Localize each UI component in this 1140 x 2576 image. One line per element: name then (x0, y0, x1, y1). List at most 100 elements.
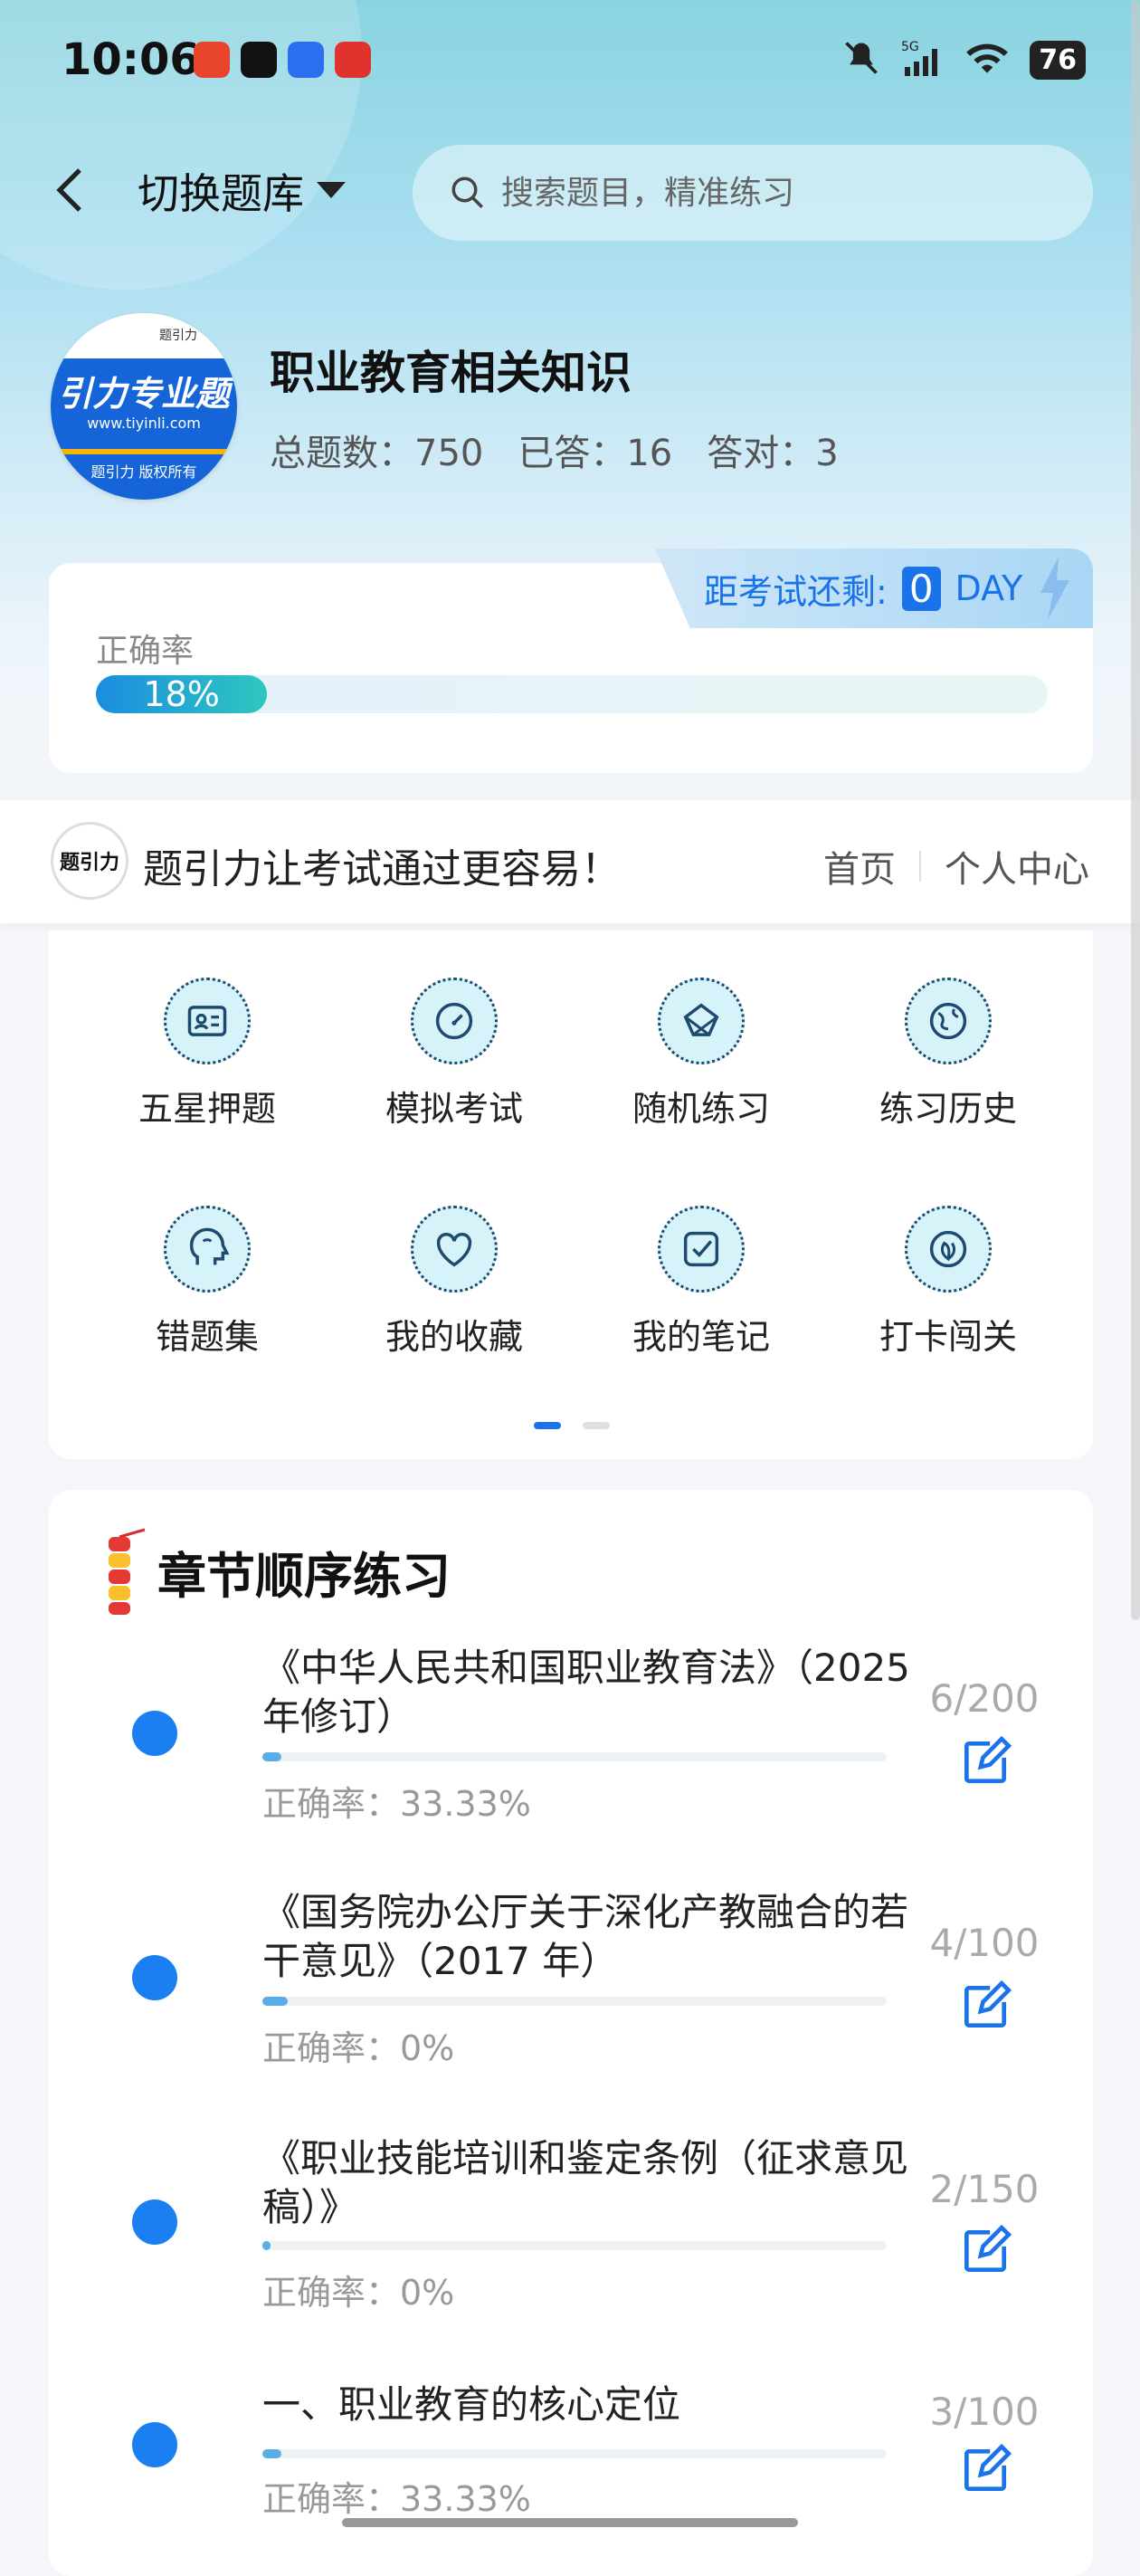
func-random-practice[interactable]: 随机练习 (602, 978, 801, 1131)
chapter-progress-bar (262, 2241, 887, 2250)
search-bar[interactable] (413, 145, 1093, 241)
chapter-progress-fill (262, 2241, 271, 2250)
switch-bank-button[interactable]: 切换题库 (138, 161, 346, 221)
edit-icon[interactable] (957, 2223, 1013, 2279)
chapter-accuracy: 正确率：0% (262, 2028, 455, 2068)
app-notification-icon (194, 42, 230, 78)
func-label: 错题集 (155, 1317, 259, 1357)
bank-stats: 总题数：750 已答：16 答对：3 (270, 424, 839, 476)
chapter-count: 4/100 (929, 1921, 1040, 1965)
search-input[interactable] (499, 173, 1046, 213)
func-label: 模拟考试 (385, 1089, 523, 1129)
chapter-progress-fill (262, 2449, 281, 2458)
chapter-progress-bar (262, 1997, 887, 2006)
countdown-label: 距考试还剩: (704, 571, 888, 612)
back-arrow-icon (56, 168, 81, 212)
app-shield-icon (288, 42, 324, 78)
func-label: 随机练习 (632, 1089, 770, 1129)
chapter-count: 3/100 (929, 2390, 1040, 2434)
head-icon (164, 1206, 251, 1293)
chapter-item-title: 《职业技能培训和鉴定条例（征求意见稿）》 (262, 2136, 909, 2229)
chapter-accuracy: 正确率：0% (262, 2273, 455, 2313)
func-label: 我的笔记 (632, 1317, 770, 1357)
network-icon (658, 978, 745, 1064)
caret-down-icon (317, 182, 346, 198)
chapter-count: 6/200 (929, 1676, 1040, 1721)
edit-icon[interactable] (957, 1734, 1013, 1790)
chapter-item-title: 一、职业教育的核心定位 (262, 2382, 681, 2427)
lightning-icon (1040, 557, 1070, 620)
chapter-item[interactable]: 《国务院办公厅关于深化产教融合的若干意见》（2017 年） 正确率：0% 4/1… (49, 1888, 1093, 2114)
chapter-item-title: 《国务院办公厅关于深化产教融合的若干意见》（2017 年） (262, 1890, 909, 1983)
edit-icon[interactable] (957, 2442, 1013, 2498)
chapter-dot (132, 2199, 177, 2245)
chapter-dot (132, 2422, 177, 2467)
battery-level: 76 (1030, 40, 1086, 80)
status-bar: 10:06 5G 76 (0, 0, 1140, 127)
question-bank-logo: 题引力 引力专业题 www.tiyinli.com 题引力 版权所有 (51, 313, 237, 500)
svg-text:5G: 5G (901, 40, 919, 54)
accuracy-card: 距考试还剩: 0 DAY 正确率 18% (49, 549, 1093, 773)
func-wrong-questions[interactable]: 错题集 (108, 1206, 307, 1359)
accuracy-percent: 18% (143, 674, 220, 714)
countdown-days: 0 (901, 566, 941, 611)
heart-icon (411, 1206, 498, 1293)
tiktok-icon (241, 42, 277, 78)
accuracy-progress-bar: 18% (96, 675, 1048, 713)
accuracy-label: 正确率 (96, 633, 195, 670)
chapter-practice-card: 章节顺序练习 《中华人民共和国职业教育法》（2025 年修订） 正确率：33.3… (49, 1490, 1093, 2576)
func-mock-exam[interactable]: 模拟考试 (355, 978, 554, 1131)
function-grid: 五星押题 模拟考试 随机练习 练习历史 错题集 我的收藏 我的笔记 打卡闯关 (49, 930, 1093, 1459)
firecracker-icon (109, 1528, 146, 1615)
func-practice-history[interactable]: 练习历史 (849, 978, 1048, 1131)
chapter-item[interactable]: 《职业技能培训和鉴定条例（征求意见稿）》 正确率：0% 2/150 (49, 2134, 1093, 2361)
chapter-progress-fill (262, 1752, 281, 1761)
chapter-title: 章节顺序练习 (157, 1547, 451, 1605)
chapter-progress-bar (262, 1752, 887, 1761)
brand-nav: 首页 个人中心 (823, 840, 1089, 892)
stat-total: 总题数：750 (270, 433, 484, 474)
chapter-item[interactable]: 一、职业教育的核心定位 正确率：33.33% 3/100 (49, 2380, 1093, 2571)
func-notes[interactable]: 我的笔记 (602, 1206, 801, 1359)
func-label: 练习历史 (879, 1089, 1017, 1129)
chapter-item-title: 《中华人民共和国职业教育法》（2025 年修订） (262, 1646, 910, 1739)
countdown-unit: DAY (955, 568, 1023, 608)
func-five-star[interactable]: 五星押题 (108, 978, 307, 1131)
app-game-icon (335, 42, 371, 78)
checkbox-icon (658, 1206, 745, 1293)
chapter-header: 章节顺序练习 (94, 1526, 451, 1617)
mute-icon (841, 38, 881, 81)
chapter-progress-bar (262, 2449, 887, 2458)
wifi-icon (964, 38, 1010, 81)
page-indicator (534, 1422, 610, 1429)
scrollbar[interactable] (1131, 0, 1140, 1620)
globe-icon (905, 978, 992, 1064)
brand-bar: 题引力 题引力让考试通过更容易！ 首页 个人中心 (0, 800, 1140, 923)
chapter-count: 2/150 (929, 2167, 1040, 2211)
id-card-icon (164, 978, 251, 1064)
leaf-icon (905, 1206, 992, 1293)
brand-logo: 题引力 (51, 822, 128, 900)
func-label: 五星押题 (138, 1089, 276, 1129)
page-dot-active[interactable] (534, 1422, 561, 1429)
home-indicator[interactable] (342, 2518, 798, 2527)
edit-icon[interactable] (957, 1979, 1013, 2035)
back-button[interactable] (47, 163, 92, 217)
func-label: 打卡闯关 (879, 1317, 1017, 1357)
bank-title: 职业教育相关知识 (270, 347, 632, 399)
chapter-progress-fill (262, 1997, 288, 2006)
nav-profile-link[interactable]: 个人中心 (945, 840, 1089, 892)
nav-home-link[interactable]: 首页 (823, 840, 896, 892)
brand-slogan: 题引力让考试通过更容易！ (143, 846, 621, 892)
nav-divider (919, 851, 921, 882)
page-dot[interactable] (583, 1422, 610, 1429)
func-label: 我的收藏 (385, 1317, 523, 1357)
stat-answered: 已答：16 (518, 433, 673, 474)
chapter-item[interactable]: 《中华人民共和国职业教育法》（2025 年修订） 正确率：33.33% 6/20… (49, 1644, 1093, 1870)
exam-countdown: 距考试还剩: 0 DAY (655, 549, 1093, 628)
func-favorites[interactable]: 我的收藏 (355, 1206, 554, 1359)
switch-bank-label: 切换题库 (138, 169, 304, 218)
func-checkin[interactable]: 打卡闯关 (849, 1206, 1048, 1359)
status-indicators: 5G 76 (841, 38, 1086, 81)
search-icon (451, 177, 483, 208)
